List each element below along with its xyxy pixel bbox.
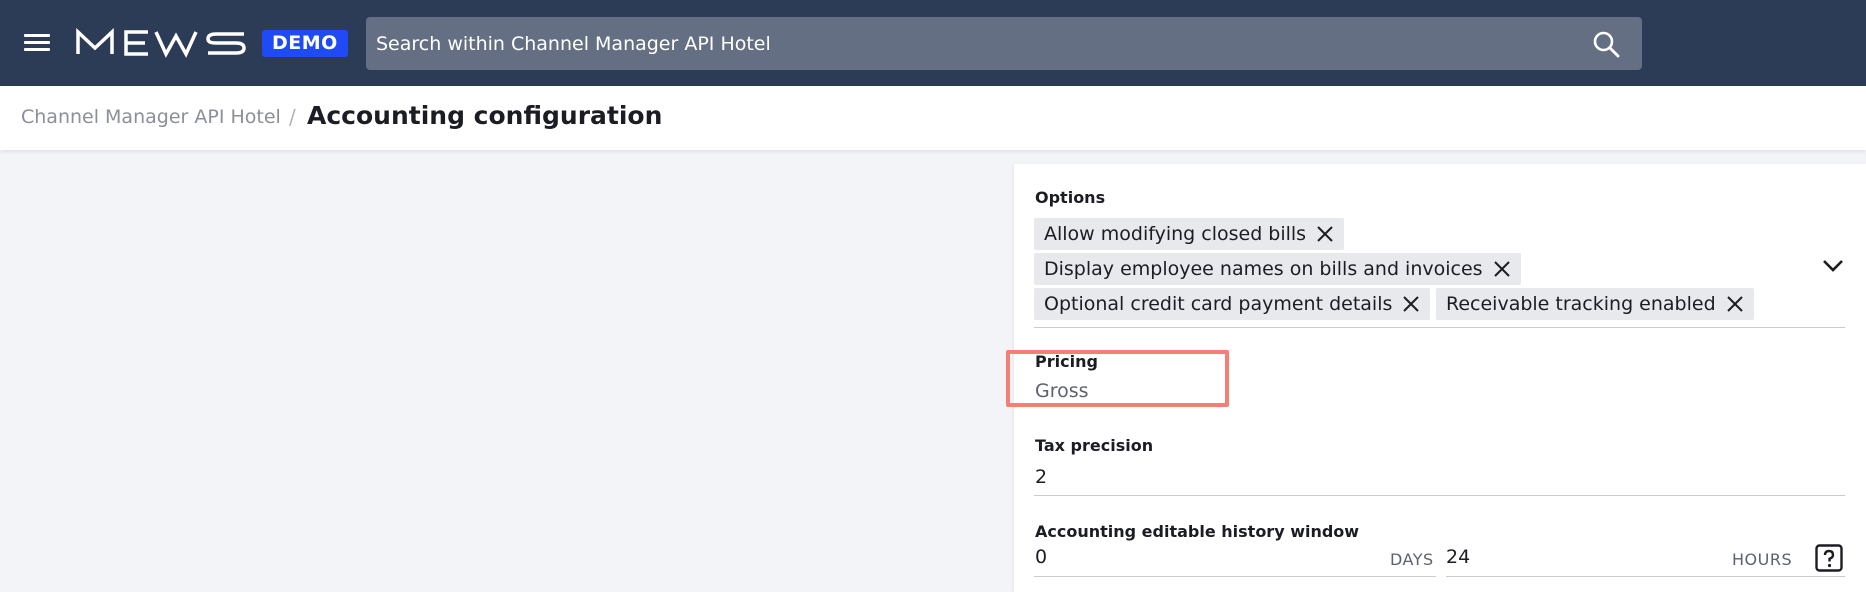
option-chip[interactable]: Allow modifying closed bills [1034, 218, 1345, 250]
top-bar: DEMO [0, 0, 1866, 86]
history-hours-underline [1446, 576, 1845, 577]
search-bar[interactable] [366, 17, 1642, 70]
mews-logo[interactable] [76, 26, 250, 60]
search-input[interactable] [366, 17, 1566, 70]
remove-chip-icon[interactable] [1726, 295, 1744, 313]
breadcrumb-hotel-link[interactable]: Channel Manager API Hotel [21, 106, 281, 128]
history-days-input[interactable]: 0 [1035, 546, 1047, 568]
history-window-label: Accounting editable history window [1035, 522, 1360, 541]
days-unit: DAYS [1390, 550, 1434, 569]
search-icon[interactable] [1592, 30, 1620, 58]
option-chip[interactable]: Display employee names on bills and invo… [1034, 253, 1521, 285]
demo-badge: DEMO [262, 30, 348, 57]
breadcrumb-separator: / [289, 105, 296, 129]
remove-chip-icon[interactable] [1402, 295, 1420, 313]
option-chip-label: Allow modifying closed bills [1044, 223, 1307, 245]
options-underline [1034, 327, 1845, 328]
option-chip[interactable]: Receivable tracking enabled [1436, 288, 1754, 320]
option-chip-label: Optional credit card payment details [1044, 293, 1393, 315]
menu-icon[interactable] [24, 30, 52, 56]
hours-unit: HOURS [1732, 550, 1793, 569]
tax-precision-underline [1034, 495, 1845, 496]
options-label: Options [1035, 188, 1106, 207]
option-chip[interactable]: Optional credit card payment details [1034, 288, 1431, 320]
history-hours-input[interactable]: 24 [1446, 546, 1470, 568]
chevron-down-icon[interactable] [1822, 259, 1844, 273]
option-chip-label: Receivable tracking enabled [1446, 293, 1716, 315]
tax-precision-input[interactable]: 2 [1035, 466, 1047, 488]
remove-chip-icon[interactable] [1493, 260, 1511, 278]
option-chip-label: Display employee names on bills and invo… [1044, 258, 1483, 280]
help-icon[interactable] [1815, 544, 1843, 572]
page-header: Channel Manager API Hotel / Accounting c… [0, 86, 1866, 150]
tax-precision-label: Tax precision [1035, 436, 1154, 455]
remove-chip-icon[interactable] [1316, 225, 1334, 243]
page-title: Accounting configuration [307, 101, 663, 130]
highlight-box [1006, 350, 1229, 407]
history-days-underline [1034, 576, 1436, 577]
